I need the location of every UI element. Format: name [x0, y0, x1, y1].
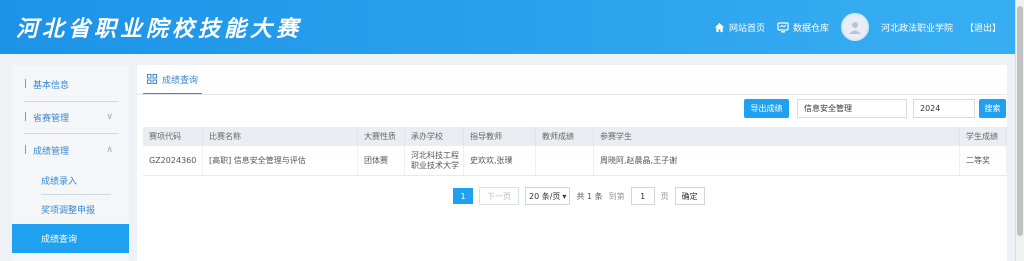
bar-marker: | — [24, 79, 28, 89]
tab-score-query[interactable]: 成绩查询 — [143, 65, 203, 95]
col-teachers: 指导教师 — [463, 127, 536, 146]
logout-link[interactable]: 【退出】 — [965, 21, 1001, 34]
col-code: 赛项代码 — [143, 127, 203, 146]
chevron-up-icon: ∧ — [106, 145, 113, 155]
data-warehouse-link[interactable]: 数据仓库 — [777, 21, 829, 34]
col-students: 参赛学生 — [593, 127, 960, 146]
chevron-down-icon: ∨ — [106, 112, 113, 122]
bar-marker: | — [24, 145, 28, 155]
search-input[interactable]: 信息安全管理 — [797, 99, 907, 118]
table-row[interactable]: GZ2024360 [高职] 信息安全管理与评估 团体赛 河北科技工程 职业技术大… — [143, 146, 1007, 176]
grid-icon — [147, 74, 157, 84]
sidebar-item-score-manage[interactable]: | 成绩管理 ∧ — [12, 134, 129, 166]
col-name: 比赛名称 — [202, 127, 358, 146]
sidebar: | 基本信息 | 省赛管理 ∨ | 成绩管理 ∧ 成绩录入 奖项调整申报 成绩查… — [12, 65, 129, 261]
cell-teachers: 史欢欢,张璞 — [463, 146, 536, 176]
page-size-value: 20 条/页 — [529, 191, 561, 201]
goto-label: 到第 — [608, 191, 625, 201]
top-header: 河北省职业院校技能大赛 网站首页 数据仓库 河北政法职业学院 【退出】 — [0, 0, 1015, 54]
col-student-score: 学生成绩 — [959, 127, 1007, 146]
tab-label: 成绩查询 — [162, 75, 199, 86]
goto-confirm-button[interactable]: 确定 — [674, 187, 705, 205]
sidebar-item-label: 成绩管理 — [33, 146, 70, 157]
score-table: 赛项代码 比赛名称 大赛性质 承办学校 指导教师 教师成绩 参赛学生 学生成绩 … — [143, 127, 1007, 176]
col-teacher-score: 教师成绩 — [535, 127, 594, 146]
cell-student-score: 二等奖 — [959, 146, 1007, 176]
database-icon — [777, 21, 789, 32]
sidebar-sub-score-entry[interactable]: 成绩录入 — [12, 167, 129, 193]
page-current[interactable]: 1 — [453, 188, 473, 204]
col-nature: 大赛性质 — [357, 127, 405, 146]
sidebar-item-basic-info[interactable]: | 基本信息 — [12, 68, 129, 100]
home-link[interactable]: 网站首页 — [714, 21, 765, 34]
main-panel: 成绩查询 导出成绩 信息安全管理 2024 搜索 赛项代码 比赛名称 大赛性质 … — [137, 65, 1007, 261]
bar-marker: | — [24, 112, 28, 122]
sidebar-divider — [41, 194, 111, 195]
pagination: 1 下一页 20 条/页 ▾ 共 1 条 到第 1 页 确定 — [453, 187, 705, 205]
page-size-select[interactable]: 20 条/页 ▾ — [525, 187, 571, 205]
page-scrollbar[interactable] — [1015, 0, 1024, 261]
page-unit: 页 — [660, 191, 669, 201]
cell-teacher-score — [535, 146, 594, 176]
table-header-row: 赛项代码 比赛名称 大赛性质 承办学校 指导教师 教师成绩 参赛学生 学生成绩 — [143, 127, 1007, 146]
cell-school: 河北科技工程 职业技术大学 — [404, 146, 464, 176]
goto-page-input[interactable]: 1 — [630, 187, 655, 205]
total-count: 共 1 条 — [576, 191, 603, 201]
col-school: 承办学校 — [404, 127, 464, 146]
site-title: 河北省职业院校技能大赛 — [16, 16, 303, 42]
sidebar-item-label: 基本信息 — [33, 80, 70, 91]
sidebar-sub-score-query[interactable]: 成绩查询 — [12, 224, 129, 253]
data-warehouse-label: 数据仓库 — [792, 23, 829, 34]
cell-code: GZ2024360 — [143, 146, 203, 176]
next-page-button[interactable]: 下一页 — [479, 187, 519, 205]
sidebar-sub-award-adjust[interactable]: 奖项调整申报 — [12, 196, 129, 222]
sidebar-item-province-manage[interactable]: | 省赛管理 ∨ — [12, 101, 129, 133]
year-input[interactable]: 2024 — [913, 99, 975, 118]
user-name: 河北政法职业学院 — [880, 23, 953, 34]
home-link-label: 网站首页 — [728, 23, 765, 34]
school-line-2: 职业技术大学 — [411, 160, 459, 170]
scrollbar-thumb[interactable] — [1017, 6, 1023, 236]
search-button[interactable]: 搜索 — [979, 99, 1006, 118]
chevron-down-icon: ▾ — [562, 191, 567, 201]
home-icon — [714, 22, 725, 32]
cell-nature: 团体赛 — [357, 146, 405, 176]
header-nav: 网站首页 数据仓库 河北政法职业学院 【退出】 — [714, 0, 1001, 54]
avatar-icon — [848, 22, 861, 34]
tab-underline — [137, 94, 1007, 95]
cell-students: 周晓阿,赵晨晶,王子谢 — [593, 146, 960, 176]
export-scores-button[interactable]: 导出成绩 — [744, 99, 789, 118]
school-line-1: 河北科技工程 — [411, 150, 459, 160]
user-avatar[interactable] — [840, 13, 869, 41]
cell-name: [高职] 信息安全管理与评估 — [202, 146, 358, 176]
sidebar-item-label: 省赛管理 — [33, 113, 70, 124]
